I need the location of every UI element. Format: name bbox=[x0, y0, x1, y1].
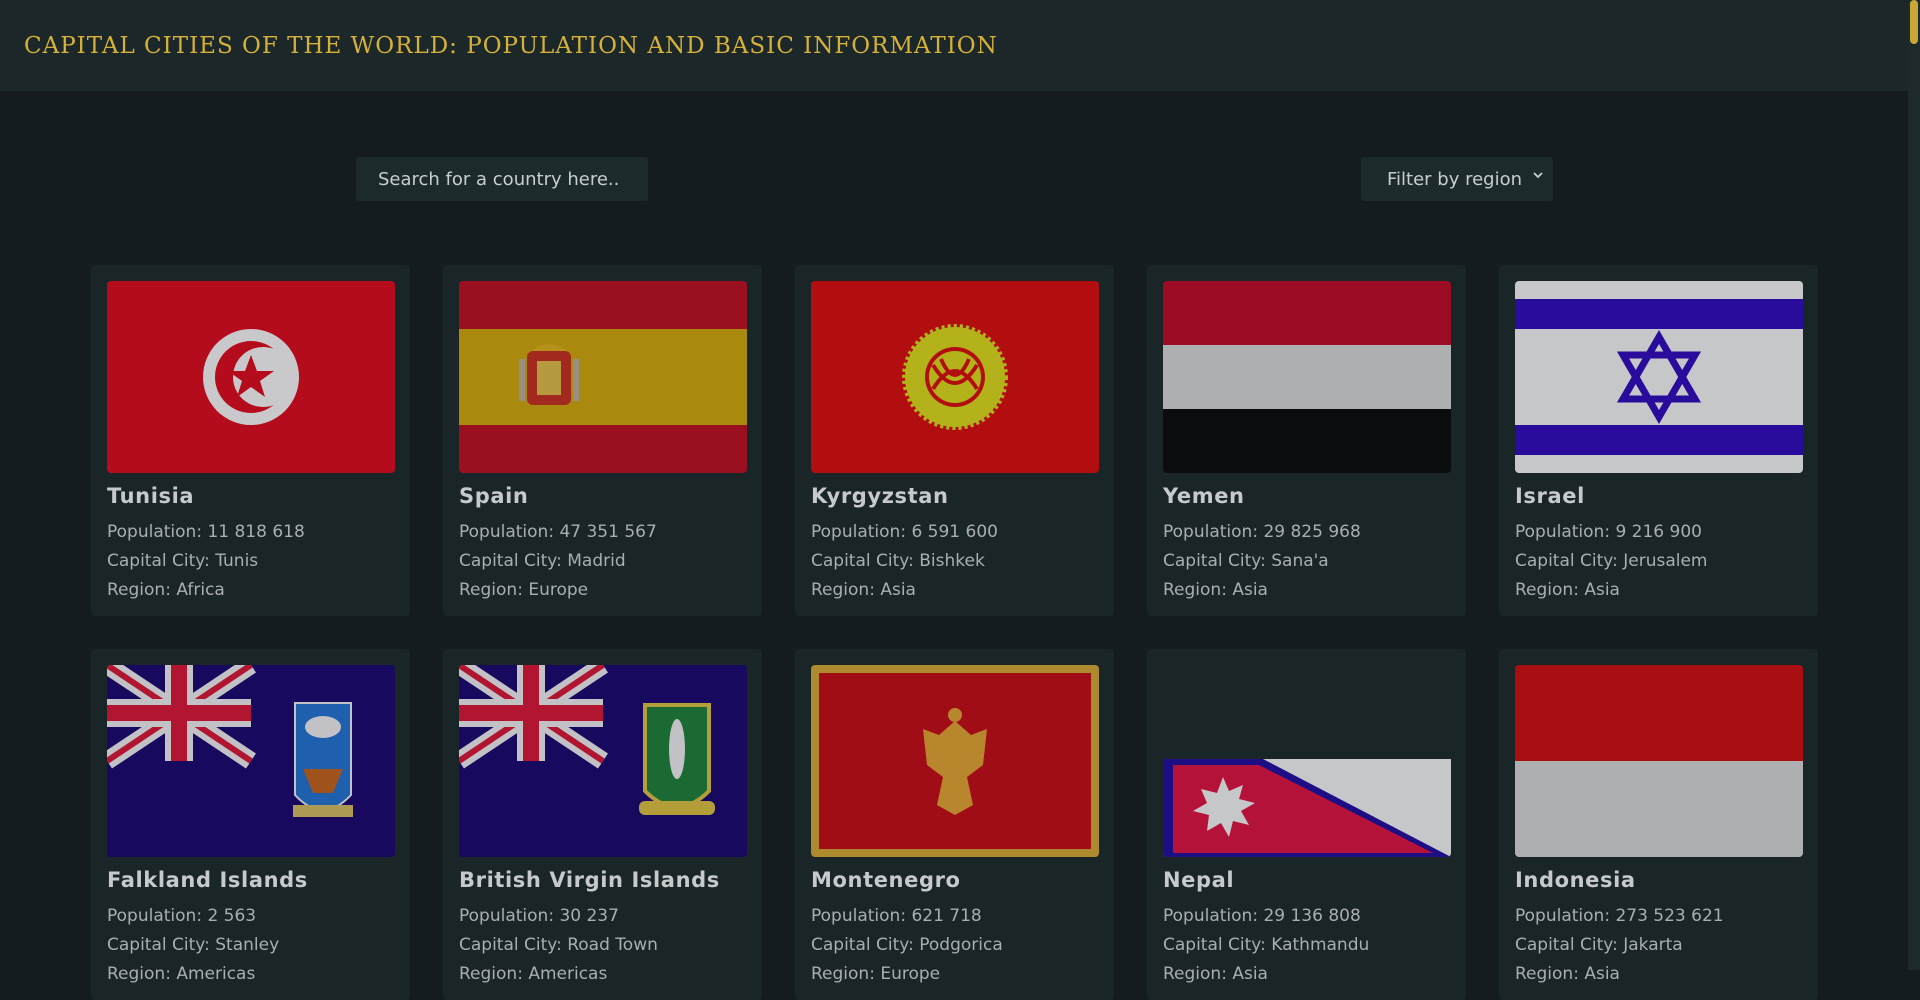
country-card[interactable]: Falkland Islands Population: 2 563 Capit… bbox=[91, 649, 410, 1000]
region-text: Region: Americas bbox=[459, 964, 608, 984]
region-text: Region: Asia bbox=[811, 580, 916, 600]
capital-text: Capital City: Podgorica bbox=[811, 935, 1003, 955]
capital-text: Capital City: Madrid bbox=[459, 551, 626, 571]
country-card[interactable]: Montenegro Population: 621 718 Capital C… bbox=[795, 649, 1114, 1000]
country-card[interactable]: Kyrgyzstan Population: 6 591 600 Capital… bbox=[795, 265, 1114, 616]
country-name: Kyrgyzstan bbox=[811, 484, 949, 508]
yemen-flag-icon bbox=[1163, 281, 1451, 473]
country-card[interactable]: Indonesia Population: 273 523 621 Capita… bbox=[1499, 649, 1818, 1000]
country-card[interactable]: Israel Population: 9 216 900 Capital Cit… bbox=[1499, 265, 1818, 616]
population-text: Population: 9 216 900 bbox=[1515, 522, 1702, 542]
kyrgyzstan-flag-icon bbox=[811, 281, 1099, 473]
population-text: Population: 11 818 618 bbox=[107, 522, 305, 542]
region-text: Region: Asia bbox=[1515, 580, 1620, 600]
region-text: Region: Europe bbox=[811, 964, 941, 984]
country-name: Spain bbox=[459, 484, 529, 508]
capital-text: Capital City: Jakarta bbox=[1515, 935, 1683, 955]
country-name: Falkland Islands bbox=[107, 868, 308, 892]
population-text: Population: 30 237 bbox=[459, 906, 619, 926]
population-text: Population: 47 351 567 bbox=[459, 522, 657, 542]
country-card[interactable]: British Virgin Islands Population: 30 23… bbox=[443, 649, 762, 1000]
country-name: Montenegro bbox=[811, 868, 961, 892]
tunisia-flag-icon bbox=[107, 281, 395, 473]
page-title: CAPITAL CITIES OF THE WORLD: POPULATION … bbox=[24, 32, 998, 59]
population-text: Population: 29 825 968 bbox=[1163, 522, 1361, 542]
capital-text: Capital City: Bishkek bbox=[811, 551, 985, 571]
region-filter-select[interactable]: Filter by region bbox=[1361, 157, 1553, 201]
falkland-islands-flag-icon bbox=[107, 665, 395, 857]
page-header: CAPITAL CITIES OF THE WORLD: POPULATION … bbox=[0, 0, 1908, 91]
country-name: Yemen bbox=[1163, 484, 1245, 508]
israel-flag-icon bbox=[1515, 281, 1803, 473]
british-virgin-islands-flag-icon bbox=[459, 665, 747, 857]
population-text: Population: 29 136 808 bbox=[1163, 906, 1361, 926]
search-input[interactable] bbox=[356, 157, 648, 201]
region-text: Region: Africa bbox=[107, 580, 225, 600]
scrollbar[interactable] bbox=[1908, 0, 1920, 970]
country-name: Israel bbox=[1515, 484, 1585, 508]
capital-text: Capital City: Road Town bbox=[459, 935, 658, 955]
region-text: Region: Americas bbox=[107, 964, 256, 984]
population-text: Population: 6 591 600 bbox=[811, 522, 998, 542]
population-text: Population: 621 718 bbox=[811, 906, 982, 926]
population-text: Population: 273 523 621 bbox=[1515, 906, 1724, 926]
capital-text: Capital City: Stanley bbox=[107, 935, 280, 955]
spain-flag-icon bbox=[459, 281, 747, 473]
region-text: Region: Asia bbox=[1163, 580, 1268, 600]
country-card[interactable]: Spain Population: 47 351 567 Capital Cit… bbox=[443, 265, 762, 616]
region-text: Region: Asia bbox=[1515, 964, 1620, 984]
region-text: Region: Europe bbox=[459, 580, 589, 600]
country-card[interactable]: Yemen Population: 29 825 968 Capital Cit… bbox=[1147, 265, 1466, 616]
indonesia-flag-icon bbox=[1515, 665, 1803, 857]
capital-text: Capital City: Sana'a bbox=[1163, 551, 1329, 571]
region-text: Region: Asia bbox=[1163, 964, 1268, 984]
nepal-flag-icon bbox=[1163, 665, 1451, 857]
country-name: Indonesia bbox=[1515, 868, 1636, 892]
region-filter-label: Filter by region bbox=[1387, 168, 1523, 190]
country-card[interactable]: Tunisia Population: 11 818 618 Capital C… bbox=[91, 265, 410, 616]
country-name: British Virgin Islands bbox=[459, 868, 720, 892]
population-text: Population: 2 563 bbox=[107, 906, 257, 926]
montenegro-flag-icon bbox=[811, 665, 1099, 857]
capital-text: Capital City: Jerusalem bbox=[1515, 551, 1708, 571]
country-name: Tunisia bbox=[107, 484, 195, 508]
scrollbar-thumb[interactable] bbox=[1910, 0, 1918, 44]
country-card[interactable]: Nepal Population: 29 136 808 Capital Cit… bbox=[1147, 649, 1466, 1000]
capital-text: Capital City: Tunis bbox=[107, 551, 259, 571]
capital-text: Capital City: Kathmandu bbox=[1163, 935, 1370, 955]
chevron-down-icon bbox=[1533, 172, 1543, 179]
country-name: Nepal bbox=[1163, 868, 1235, 892]
